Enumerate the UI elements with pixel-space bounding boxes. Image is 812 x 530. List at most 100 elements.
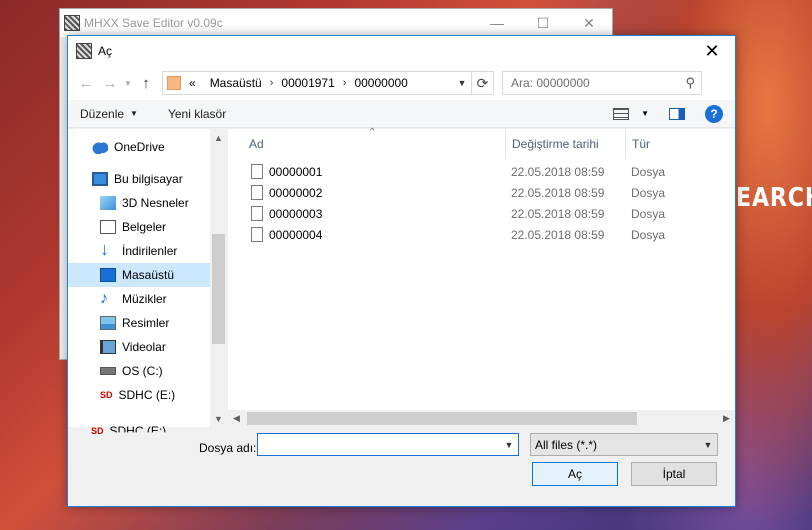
3d-objects-icon: [100, 196, 116, 210]
nav-item-videos[interactable]: Videolar: [68, 335, 227, 359]
nav-pane-scrollbar[interactable]: ▲ ▼: [210, 129, 227, 427]
sd-card-icon: SD: [100, 390, 113, 400]
address-dropdown-chevron-icon[interactable]: ▼: [453, 72, 471, 94]
videos-icon: [100, 340, 116, 354]
address-bar[interactable]: « Masaüstü › 00001971 › 00000000 ▼ ⟳: [162, 71, 494, 95]
file-icon: [251, 206, 263, 221]
drive-icon: [100, 367, 116, 375]
desktop-icon: [100, 268, 116, 282]
new-folder-button[interactable]: Yeni klasör: [168, 107, 226, 121]
file-row[interactable]: 00000001 22.05.2018 08:59 Dosya: [228, 161, 735, 182]
scroll-up-chevron-icon[interactable]: ▲: [210, 129, 227, 146]
breadcrumb-separator[interactable]: ›: [343, 77, 347, 89]
search-icon[interactable]: ⚲: [685, 75, 695, 91]
organize-label: Düzenle: [80, 106, 125, 121]
nav-item-documents[interactable]: Belgeler: [68, 215, 227, 239]
nav-item-label: SDHC (E:): [118, 388, 176, 402]
nav-item-label: Masaüstü: [122, 268, 175, 282]
breadcrumb-item[interactable]: 00000000: [354, 76, 407, 90]
search-box[interactable]: ⚲: [502, 71, 702, 95]
nav-item-this-pc[interactable]: Bu bilgisayar: [68, 167, 227, 191]
recent-locations-chevron-icon[interactable]: ▼: [122, 71, 134, 95]
nav-item-label: Resimler: [122, 316, 170, 330]
chevron-down-icon[interactable]: ▼: [500, 440, 518, 450]
back-arrow-icon[interactable]: ←: [74, 71, 98, 95]
scroll-left-chevron-icon[interactable]: ◀: [228, 410, 245, 427]
scroll-right-chevron-icon[interactable]: ▶: [718, 410, 735, 427]
file-type: Dosya: [631, 206, 666, 221]
scrollbar-thumb[interactable]: [247, 412, 637, 425]
file-list-pane: ⌃ Ad Değiştirme tarihi Tür 00000001 22.0…: [228, 127, 735, 427]
nav-item-music[interactable]: Müzikler: [68, 287, 227, 311]
file-type: Dosya: [631, 164, 666, 179]
file-date: 22.05.2018 08:59: [511, 206, 605, 221]
organize-button[interactable]: Düzenle ▼: [80, 107, 138, 121]
breadcrumb-item[interactable]: 00001971: [281, 76, 334, 90]
nav-item-3d-objects[interactable]: 3D Nesneler: [68, 191, 227, 215]
help-icon[interactable]: ?: [705, 104, 723, 123]
onedrive-icon: [92, 140, 108, 154]
nav-item-desktop[interactable]: Masaüstü: [68, 263, 227, 287]
chevron-down-icon[interactable]: ▼: [641, 109, 649, 118]
filetype-select[interactable]: All files (*.*) ▼: [530, 433, 718, 456]
sort-indicator-icon: ⌃: [368, 127, 377, 138]
navigation-pane: OneDrive Bu bilgisayar 3D Nesneler Belge…: [68, 129, 228, 427]
column-header-name[interactable]: Ad: [228, 129, 505, 159]
file-name: 00000003: [269, 206, 323, 221]
refresh-icon[interactable]: ⟳: [471, 72, 493, 94]
dialog-titlebar[interactable]: Aç ✕: [68, 36, 735, 66]
column-header-row: ⌃ Ad Değiştirme tarihi Tür: [228, 127, 735, 159]
file-list: 00000001 22.05.2018 08:59 Dosya 00000002…: [228, 159, 735, 245]
filename-combobox[interactable]: ▼: [257, 433, 519, 456]
nav-item-downloads[interactable]: İndirilenler: [68, 239, 227, 263]
nav-item-onedrive[interactable]: OneDrive: [68, 135, 227, 159]
close-icon[interactable]: ✕: [689, 36, 735, 66]
forward-arrow-icon[interactable]: →: [98, 71, 122, 95]
nav-item-pictures[interactable]: Resimler: [68, 311, 227, 335]
music-icon: [100, 292, 116, 306]
breadcrumb-item[interactable]: Masaüstü: [210, 76, 262, 90]
nav-item-sdhc-e[interactable]: SD SDHC (E:): [68, 383, 227, 407]
file-list-horizontal-scrollbar[interactable]: ◀ ▶: [228, 410, 735, 427]
pictures-icon: [100, 316, 116, 330]
filetype-value: All files (*.*): [535, 437, 598, 452]
file-icon: [251, 164, 263, 179]
preview-pane-icon[interactable]: [669, 107, 685, 120]
file-date: 22.05.2018 08:59: [511, 185, 605, 200]
breadcrumb-separator[interactable]: ›: [270, 77, 274, 89]
dialog-title: Aç: [98, 44, 113, 58]
dialog-footer: Dosya adı: ▼ All files (*.*) ▼ Aç İptal: [68, 427, 735, 506]
column-header-date[interactable]: Değiştirme tarihi: [505, 129, 625, 159]
scrollbar-thumb[interactable]: [212, 234, 225, 344]
filename-label: Dosya adı:: [199, 441, 257, 455]
minimize-icon[interactable]: —: [474, 9, 520, 37]
scroll-down-chevron-icon[interactable]: ▼: [210, 410, 227, 427]
app-title: MHXX Save Editor v0.09c: [84, 16, 223, 30]
nav-item-sdhc-partial[interactable]: SD SDHC (E:): [91, 424, 166, 438]
app-icon: [64, 15, 80, 31]
nav-item-os-c[interactable]: OS (C:): [68, 359, 227, 383]
nav-item-label: Videolar: [122, 340, 166, 354]
view-options-icon[interactable]: [613, 107, 630, 120]
open-file-dialog: Aç ✕ ← → ▼ ↑ « Masaüstü › 00001971 › 000…: [67, 35, 736, 507]
file-row[interactable]: 00000003 22.05.2018 08:59 Dosya: [228, 203, 735, 224]
cancel-button[interactable]: İptal: [631, 462, 717, 486]
breadcrumb-overflow[interactable]: «: [189, 76, 196, 90]
up-arrow-icon[interactable]: ↑: [134, 71, 158, 95]
open-button[interactable]: Aç: [532, 462, 618, 486]
documents-icon: [100, 220, 116, 234]
close-icon[interactable]: ✕: [566, 9, 612, 37]
file-row[interactable]: 00000002 22.05.2018 08:59 Dosya: [228, 182, 735, 203]
filename-input[interactable]: [258, 435, 488, 454]
file-icon: [251, 227, 263, 242]
command-toolbar: Düzenle ▼ Yeni klasör ▼ ?: [68, 100, 735, 128]
search-input[interactable]: [509, 75, 669, 91]
app-titlebar[interactable]: MHXX Save Editor v0.09c — ☐ ✕: [60, 9, 612, 37]
file-row[interactable]: 00000004 22.05.2018 08:59 Dosya: [228, 224, 735, 245]
file-date: 22.05.2018 08:59: [511, 164, 605, 179]
file-name: 00000004: [269, 227, 323, 242]
column-header-type[interactable]: Tür: [625, 129, 735, 159]
navigation-bar: ← → ▼ ↑ « Masaüstü › 00001971 › 00000000…: [68, 66, 735, 100]
file-name: 00000001: [269, 164, 323, 179]
maximize-icon[interactable]: ☐: [520, 9, 566, 37]
